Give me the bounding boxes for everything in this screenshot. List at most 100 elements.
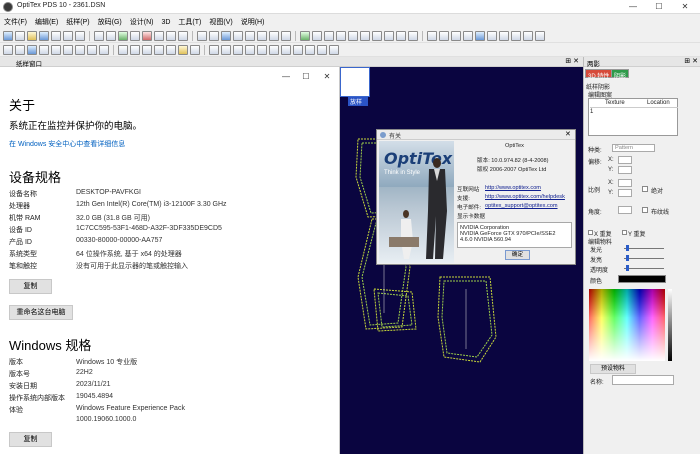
- add-point-icon[interactable]: [27, 44, 37, 55]
- menu-tools[interactable]: 工具(T): [174, 15, 205, 29]
- color-swatch[interactable]: [618, 275, 666, 283]
- zoom-in-icon[interactable]: [197, 30, 207, 41]
- offset-x-input[interactable]: [618, 156, 632, 164]
- lock-icon[interactable]: [281, 44, 291, 55]
- about-close-button[interactable]: ✕: [319, 72, 335, 84]
- about-minimize-button[interactable]: —: [278, 72, 294, 84]
- arrow-icon[interactable]: [3, 44, 13, 55]
- undo-icon[interactable]: [166, 30, 176, 41]
- nest-icon[interactable]: [245, 44, 255, 55]
- redo-icon[interactable]: [178, 30, 188, 41]
- minimize-button[interactable]: —: [620, 0, 646, 14]
- menu-help[interactable]: 说明(H): [237, 15, 269, 29]
- panel-pin-icon[interactable]: ⊞ ✕: [684, 57, 698, 65]
- menu-file[interactable]: 文件(F): [0, 15, 31, 29]
- material-name-input[interactable]: [612, 375, 674, 385]
- ratio-y-input[interactable]: [618, 189, 632, 197]
- curve-icon[interactable]: [348, 30, 358, 41]
- open-folder-icon[interactable]: [27, 30, 37, 41]
- angle-input[interactable]: [618, 206, 632, 214]
- export-icon[interactable]: [63, 30, 73, 41]
- save-icon[interactable]: [39, 30, 49, 41]
- select-tool-icon[interactable]: [3, 30, 13, 41]
- stitch-icon[interactable]: [475, 30, 485, 41]
- ok-button[interactable]: 确定: [505, 250, 530, 260]
- highlight-icon[interactable]: [178, 44, 188, 55]
- menu-grade[interactable]: 放码(G): [94, 15, 126, 29]
- line-icon[interactable]: [372, 30, 382, 41]
- delete-icon[interactable]: [142, 30, 152, 41]
- shine-slider-thumb[interactable]: [626, 255, 629, 261]
- transparency-slider-thumb[interactable]: [626, 265, 629, 271]
- rectangle-icon[interactable]: [63, 44, 73, 55]
- canvas-tab[interactable]: [340, 67, 370, 97]
- measure-icon[interactable]: [233, 30, 243, 41]
- dialog-close-icon[interactable]: ✕: [565, 130, 571, 138]
- cut-icon[interactable]: [499, 30, 509, 41]
- walk-icon[interactable]: [511, 30, 521, 41]
- print-icon[interactable]: [94, 30, 104, 41]
- hide-icon[interactable]: [305, 44, 315, 55]
- settings-icon[interactable]: [329, 44, 339, 55]
- texture-table[interactable]: Texture Location 1: [588, 98, 678, 136]
- zoom-out-icon[interactable]: [209, 30, 219, 41]
- mirror-icon[interactable]: [300, 30, 310, 41]
- tag-icon[interactable]: [535, 30, 545, 41]
- grade-icon[interactable]: [130, 30, 140, 41]
- smooth-icon[interactable]: [396, 30, 406, 41]
- grid-icon[interactable]: [118, 30, 128, 41]
- size-icon[interactable]: [209, 44, 219, 55]
- merge-icon[interactable]: [336, 30, 346, 41]
- rotate-icon[interactable]: [312, 30, 322, 41]
- annotation-icon[interactable]: [463, 30, 473, 41]
- grow-icon[interactable]: [233, 44, 243, 55]
- color-picker[interactable]: [589, 289, 665, 361]
- pin-icon[interactable]: ⊞ ✕: [565, 57, 579, 65]
- notch-icon[interactable]: [245, 30, 255, 41]
- offset-icon[interactable]: [384, 30, 394, 41]
- pleat-icon[interactable]: [281, 30, 291, 41]
- menu-pattern[interactable]: 纸样(P): [62, 15, 93, 29]
- copy-icon[interactable]: [75, 30, 85, 41]
- about-maximize-button[interactable]: ☐: [298, 72, 314, 84]
- node-icon[interactable]: [15, 44, 25, 55]
- hole-icon[interactable]: [87, 44, 97, 55]
- maximize-button[interactable]: ☐: [646, 0, 672, 14]
- marker-icon[interactable]: [257, 44, 267, 55]
- dart-icon[interactable]: [257, 30, 267, 41]
- text-icon[interactable]: [75, 44, 85, 55]
- search-icon[interactable]: [154, 30, 164, 41]
- circle-icon[interactable]: [51, 44, 61, 55]
- align-icon[interactable]: [523, 30, 533, 41]
- ratio-x-input[interactable]: [618, 179, 632, 187]
- trim-icon[interactable]: [166, 44, 176, 55]
- menu-edit[interactable]: 编辑(E): [31, 15, 62, 29]
- transparency-slider-track[interactable]: [624, 268, 664, 269]
- seam-icon[interactable]: [269, 30, 279, 41]
- shine-slider-track[interactable]: [624, 258, 664, 259]
- tab-shading[interactable]: 阴影: [611, 69, 630, 80]
- type-dropdown[interactable]: Pattern: [612, 144, 655, 152]
- show-icon[interactable]: [317, 44, 327, 55]
- group-icon[interactable]: [190, 44, 200, 55]
- fit-view-icon[interactable]: [221, 30, 231, 41]
- rename-pc-button[interactable]: 重命名这台电脑: [9, 305, 73, 320]
- layer-icon[interactable]: [269, 44, 279, 55]
- menu-design[interactable]: 设计(N): [126, 15, 158, 29]
- grainline-checkbox[interactable]: [642, 207, 648, 213]
- buttonhole-icon[interactable]: [451, 30, 461, 41]
- y-repeat-checkbox[interactable]: [622, 230, 627, 235]
- offset-y-input[interactable]: [618, 166, 632, 174]
- split-icon[interactable]: [324, 30, 334, 41]
- preset-material-button[interactable]: 预设物料: [590, 364, 636, 374]
- absolute-checkbox[interactable]: [642, 186, 648, 192]
- email-link[interactable]: optitex_support@optitex.com: [485, 203, 558, 209]
- tab-3d-properties[interactable]: 3D 特性: [585, 69, 613, 80]
- glow-slider-track[interactable]: [624, 248, 664, 249]
- glow-slider-thumb[interactable]: [626, 245, 629, 251]
- menu-view[interactable]: 视图(V): [205, 15, 236, 29]
- drill-icon[interactable]: [99, 44, 109, 55]
- intersect-icon[interactable]: [142, 44, 152, 55]
- x-repeat-checkbox[interactable]: [588, 230, 593, 235]
- import-icon[interactable]: [51, 30, 61, 41]
